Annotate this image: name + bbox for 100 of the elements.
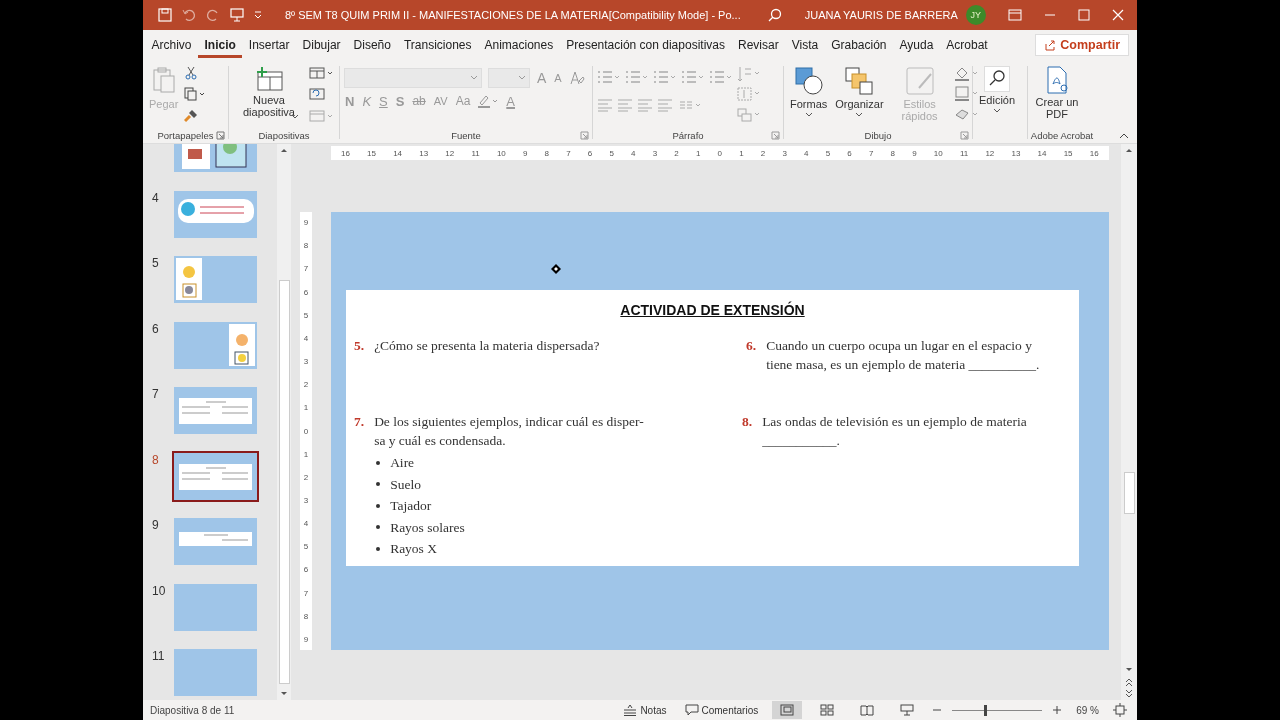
ruler-number: 15 xyxy=(367,148,376,158)
slide-number: 6 xyxy=(151,321,160,338)
answer-option: Rayos X xyxy=(390,538,437,560)
ruler-number: 3 xyxy=(782,148,787,158)
ruler-number: 15 xyxy=(1063,148,1073,158)
ruler-number: 1 xyxy=(695,148,701,158)
ribbon-tab[interactable]: Grabación xyxy=(824,31,893,58)
create-pdf-button[interactable]: Crear un PDF xyxy=(1032,63,1082,128)
question-text: ¿Cómo se presenta la materia dispersada? xyxy=(374,337,600,356)
ruler-number: 7 xyxy=(303,588,309,598)
ruler-number: 7 xyxy=(868,148,874,158)
ruler-number: 13 xyxy=(1011,148,1021,158)
ruler-number: 11 xyxy=(471,148,480,158)
ruler-number: 7 xyxy=(303,264,309,274)
slide-number: 4 xyxy=(151,190,160,207)
ruler-number: 4 xyxy=(631,148,636,158)
ruler-number: 11 xyxy=(959,148,969,158)
notes-button[interactable]: Notas xyxy=(619,704,671,717)
shapes-button[interactable]: Formas xyxy=(788,63,830,128)
question-number: 6. xyxy=(746,337,757,356)
ruler-number: 2 xyxy=(303,380,309,390)
ruler-number: 9 xyxy=(912,148,917,158)
ruler-number: 4 xyxy=(804,148,809,158)
ribbon-tab[interactable]: Animaciones xyxy=(478,31,560,58)
ribbon-tab[interactable]: Revisar xyxy=(731,31,786,58)
slide-number: 8 xyxy=(151,452,160,469)
ruler-number: 1 xyxy=(303,403,309,413)
question-number: 7. xyxy=(354,413,365,432)
ruler-number: 6 xyxy=(847,148,852,158)
group-label: Adobe Acrobat xyxy=(1030,129,1094,141)
ruler-number: 4 xyxy=(303,519,309,529)
arrange-button[interactable]: Organizar xyxy=(833,63,886,128)
new-slide-button[interactable]: Nueva diapositiva xyxy=(233,63,305,128)
ribbon-tab[interactable]: Archivo xyxy=(145,31,198,58)
user-avatar[interactable]: JY xyxy=(965,4,986,25)
ruler-number: 1 xyxy=(303,449,309,459)
question-number: 8. xyxy=(742,413,753,432)
ruler-number: 10 xyxy=(933,148,943,158)
ruler-number: 0 xyxy=(717,148,723,158)
comments-button[interactable]: Comentarios xyxy=(680,704,763,717)
ribbon-tab[interactable]: Presentación con diapositivas xyxy=(559,31,732,58)
ruler-number: 8 xyxy=(303,241,309,251)
window-title: 8º SEM T8 QUIM PRIM II - MANIFESTACIONES DE LA MATERIA[Compatibility Mode] - Po... xyxy=(285,8,741,21)
ruler-number: 9 xyxy=(303,634,309,644)
question-text: De los siguientes ejemplos, indicar cuál es disper- sa y cuál es condensada. xyxy=(374,413,644,451)
slide-number: 7 xyxy=(151,387,160,404)
slide-title: ACTIVIDAD DE EXTENSIÓN xyxy=(619,302,806,319)
ruler-number: 13 xyxy=(419,148,429,158)
zoom-level[interactable]: 69 % xyxy=(1076,704,1099,716)
ruler-number: 3 xyxy=(303,357,309,367)
slide-number: 9 xyxy=(151,518,160,535)
ribbon-tab[interactable]: Diseño xyxy=(347,31,398,58)
ruler-number: 8 xyxy=(890,148,896,158)
ribbon-tab[interactable]: Ayuda xyxy=(893,31,940,58)
ruler-number: 14 xyxy=(393,148,403,158)
answer-option: Suelo xyxy=(390,473,421,496)
ruler-number: 3 xyxy=(652,148,658,158)
ruler-number: 0 xyxy=(303,426,309,436)
slide-number: 11 xyxy=(151,649,166,666)
ruler-number: 1 xyxy=(739,148,744,158)
ruler-number: 16 xyxy=(341,148,350,158)
ruler-number: 2 xyxy=(760,148,766,158)
ruler-number: 2 xyxy=(303,472,309,482)
share-button[interactable]: Compartir xyxy=(1035,33,1129,56)
ruler-number: 12 xyxy=(985,148,995,158)
question-text: Las ondas de televisión es un ejemplo de materia ___________. xyxy=(762,413,1027,451)
slide-number: 5 xyxy=(151,256,160,273)
question-text: Cuando un cuerpo ocupa un lugar en el espacio y tiene masa, es un ejemplo de materia __________. xyxy=(766,337,1040,375)
group-label: Párrafo xyxy=(672,129,704,141)
group-label: Portapapeles xyxy=(157,129,214,141)
ruler-number: 16 xyxy=(1089,148,1099,158)
ribbon-tab[interactable]: Dibujar xyxy=(296,31,348,58)
ruler-number: 5 xyxy=(825,148,831,158)
answer-option: Aire xyxy=(390,452,415,474)
ribbon-tab[interactable]: Acrobat xyxy=(939,31,995,58)
ruler-number: 9 xyxy=(303,218,309,228)
answer-option: Rayos solares xyxy=(390,516,465,539)
ribbon-tab[interactable]: Inicio xyxy=(198,31,243,58)
slide-counter: Diapositiva 8 de 11 xyxy=(150,704,235,716)
ruler-number: 8 xyxy=(544,148,550,158)
ruler-number: 5 xyxy=(303,542,309,552)
ruler-number: 6 xyxy=(303,565,309,575)
ruler-number: 7 xyxy=(566,148,571,158)
ruler-number: 8 xyxy=(303,611,309,621)
ruler-number: 6 xyxy=(303,287,309,297)
group-label: Dibujo xyxy=(864,129,892,141)
ruler-number: 12 xyxy=(445,148,455,158)
ruler-number: 3 xyxy=(303,496,309,505)
ruler-number: 10 xyxy=(496,148,506,158)
ribbon-tab[interactable]: Transiciones xyxy=(397,31,478,58)
slide-number: 10 xyxy=(151,583,167,600)
ruler-number: 9 xyxy=(522,148,528,158)
ruler-number: 2 xyxy=(674,148,679,158)
answer-option: Tajador xyxy=(390,495,432,517)
ribbon-tab[interactable]: Vista xyxy=(785,31,825,58)
ruler-number: 5 xyxy=(303,310,309,320)
ruler-number: 4 xyxy=(303,333,309,343)
editing-button[interactable]: Edición xyxy=(977,63,1018,128)
ribbon-tab[interactable]: Insertar xyxy=(242,31,297,58)
group-label: Fuente xyxy=(451,129,481,141)
